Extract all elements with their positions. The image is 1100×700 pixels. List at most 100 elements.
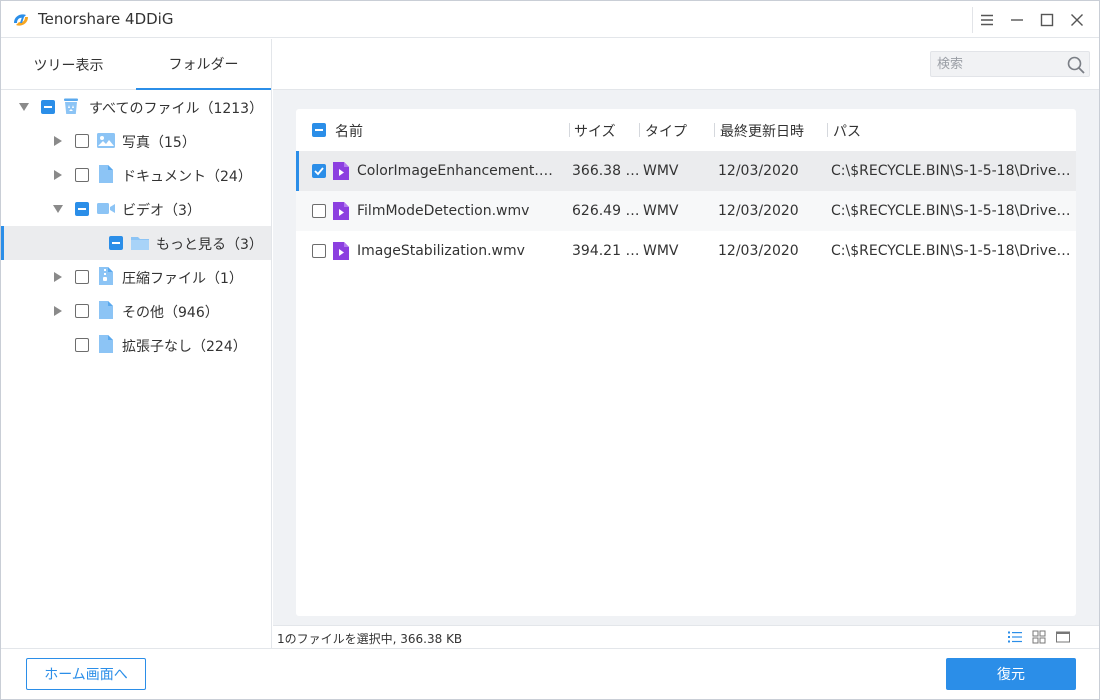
- restore-button[interactable]: 復元: [946, 658, 1076, 690]
- column-modified[interactable]: 最終更新日時: [720, 121, 804, 141]
- cell-modified: 12/03/2020: [718, 203, 799, 219]
- maximize-icon: [1040, 13, 1054, 27]
- view-tabs: ツリー表示 フォルダー: [1, 39, 271, 90]
- cell-modified: 12/03/2020: [718, 163, 799, 179]
- category-panel: ツリー表示 フォルダー すべてのファイル（1213） 写真（15） ドキュメント…: [1, 39, 272, 648]
- tree-checkbox[interactable]: [75, 270, 89, 284]
- tab-tree-view[interactable]: ツリー表示: [1, 39, 136, 90]
- column-separator: [714, 123, 715, 137]
- tree-item-label: 圧縮ファイル（1）: [122, 271, 243, 287]
- column-type[interactable]: タイプ: [645, 121, 687, 141]
- tree-item-label: 拡張子なし（224）: [122, 339, 247, 355]
- file-list-panel: 名前 サイズ タイプ 最終更新日時 パス ColorImageEn: [273, 39, 1099, 648]
- column-path[interactable]: パス: [833, 121, 861, 141]
- tree-item-label: 写真（15）: [122, 135, 196, 151]
- tree-checkbox[interactable]: [75, 202, 89, 216]
- cell-size: 626.49 KB: [572, 203, 642, 219]
- tree-item-label: ドキュメント（24）: [122, 169, 252, 185]
- table-row[interactable]: FilmModeDetection.wmv 626.49 KB WMV 12/0…: [296, 191, 1076, 231]
- minimize-icon: [1011, 19, 1023, 21]
- footer-bar: ホーム画面へ 復元: [1, 648, 1099, 699]
- cell-path: C:\$RECYCLE.BIN\S-1-5-18\Drivers...: [831, 203, 1075, 219]
- video-file-icon: [333, 202, 349, 220]
- column-name[interactable]: 名前: [335, 121, 363, 141]
- app-logo-icon: [14, 14, 28, 26]
- cell-type: WMV: [643, 203, 679, 219]
- cell-size: 394.21 KB: [572, 243, 642, 259]
- table-row[interactable]: ImageStabilization.wmv 394.21 KB WMV 12/…: [296, 231, 1076, 271]
- recycle-bin-icon: [64, 98, 78, 114]
- caret-right-icon[interactable]: [52, 169, 64, 181]
- close-icon: [1071, 14, 1083, 26]
- menu-button[interactable]: [975, 8, 999, 32]
- grid-view-icon[interactable]: [1032, 630, 1046, 644]
- tree-item-label: すべてのファイル（1213）: [89, 101, 264, 117]
- file-table: 名前 サイズ タイプ 最終更新日時 パス ColorImageEnhanceme…: [296, 109, 1076, 616]
- search-icon[interactable]: [1066, 55, 1086, 75]
- caret-right-icon[interactable]: [52, 305, 64, 317]
- status-bar: 1のファイルを選択中, 366.38 KB: [273, 625, 1099, 648]
- title-bar: Tenorshare 4DDiG: [1, 1, 1099, 38]
- file-icon: [99, 335, 113, 353]
- select-all-checkbox[interactable]: [312, 123, 326, 137]
- tree-checkbox[interactable]: [75, 168, 89, 182]
- menu-icon: [981, 14, 993, 26]
- file-icon: [99, 301, 113, 319]
- maximize-button[interactable]: [1035, 8, 1059, 32]
- column-separator: [827, 123, 828, 137]
- tree-item-video[interactable]: ビデオ（3）: [1, 192, 271, 226]
- caret-down-icon[interactable]: [52, 203, 64, 215]
- cell-path: C:\$RECYCLE.BIN\S-1-5-18\Drivers...: [831, 163, 1075, 179]
- archive-icon: [99, 267, 113, 285]
- column-separator: [569, 123, 570, 137]
- tree-item-archive[interactable]: 圧縮ファイル（1）: [1, 260, 271, 294]
- cell-type: WMV: [643, 243, 679, 259]
- caret-down-icon[interactable]: [18, 101, 30, 113]
- app-window: Tenorshare 4DDiG ツリー表示 フォルダー すべてのファイル（12…: [0, 0, 1100, 700]
- tree-item-photos[interactable]: 写真（15）: [1, 124, 271, 158]
- app-title: Tenorshare 4DDiG: [38, 10, 174, 28]
- caret-right-icon[interactable]: [52, 135, 64, 147]
- tree-item-all-files[interactable]: すべてのファイル（1213）: [1, 90, 271, 124]
- tree-item-no-extension[interactable]: 拡張子なし（224）: [1, 328, 271, 362]
- tree-checkbox[interactable]: [75, 304, 89, 318]
- tree-item-label: ビデオ（3）: [122, 203, 201, 219]
- cell-name: ImageStabilization.wmv: [357, 243, 525, 259]
- tree-checkbox[interactable]: [41, 100, 55, 114]
- tab-folder-view[interactable]: フォルダー: [136, 39, 271, 90]
- table-row[interactable]: ColorImageEnhancement.wmv 366.38 KB WMV …: [296, 151, 1076, 191]
- cell-path: C:\$RECYCLE.BIN\S-1-5-18\Drivers...: [831, 243, 1075, 259]
- cell-name: ColorImageEnhancement.wmv: [357, 163, 563, 179]
- table-header: 名前 サイズ タイプ 最終更新日時 パス: [296, 109, 1076, 151]
- tree-item-other[interactable]: その他（946）: [1, 294, 271, 328]
- toolbar: [273, 39, 1099, 90]
- tree-checkbox[interactable]: [75, 338, 89, 352]
- tree-checkbox[interactable]: [75, 134, 89, 148]
- selection-status: 1のファイルを選択中, 366.38 KB: [277, 632, 463, 646]
- search-input[interactable]: [937, 55, 1057, 73]
- column-separator: [639, 123, 640, 137]
- row-checkbox[interactable]: [312, 164, 326, 178]
- preview-view-icon[interactable]: [1056, 630, 1070, 644]
- cell-size: 366.38 KB: [572, 163, 642, 179]
- tree-item-more[interactable]: もっと見る（3）: [1, 226, 271, 260]
- video-icon: [97, 203, 115, 214]
- close-button[interactable]: [1065, 8, 1089, 32]
- tree-item-label: その他（946）: [122, 305, 219, 321]
- minimize-button[interactable]: [1005, 8, 1029, 32]
- row-checkbox[interactable]: [312, 244, 326, 258]
- tree-item-label: もっと見る（3）: [156, 237, 263, 253]
- cell-modified: 12/03/2020: [718, 243, 799, 259]
- home-button[interactable]: ホーム画面へ: [26, 658, 146, 690]
- title-separator: [972, 7, 973, 33]
- tree-item-documents[interactable]: ドキュメント（24）: [1, 158, 271, 192]
- video-file-icon: [333, 162, 349, 180]
- list-view-icon[interactable]: [1008, 630, 1022, 644]
- document-icon: [99, 165, 113, 183]
- search-box: [930, 51, 1090, 77]
- row-checkbox[interactable]: [312, 204, 326, 218]
- tree-checkbox[interactable]: [109, 236, 123, 250]
- column-size[interactable]: サイズ: [574, 121, 616, 141]
- folder-icon: [131, 237, 149, 250]
- caret-right-icon[interactable]: [52, 271, 64, 283]
